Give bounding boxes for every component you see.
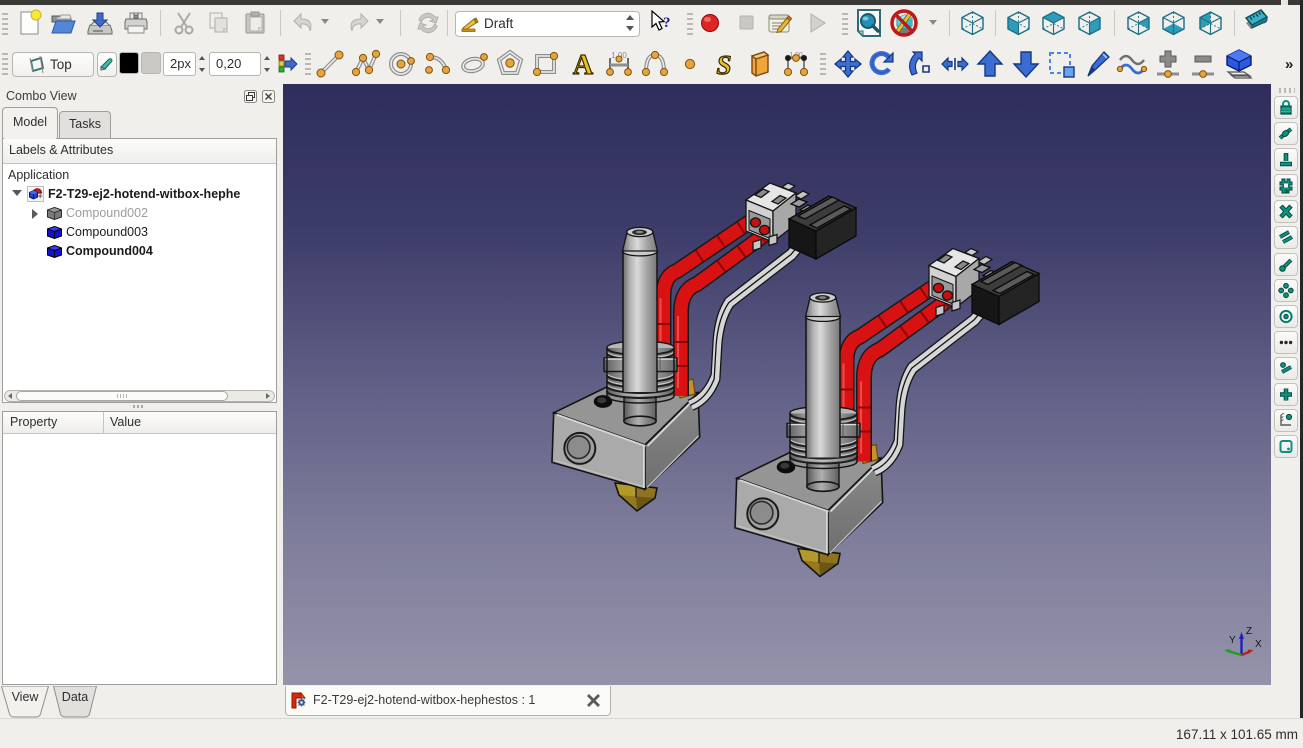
svg-text:S: S [716,50,731,80]
svg-text:?: ? [663,15,671,31]
svg-text:Z: Z [1246,626,1252,637]
svg-text:A: A [573,50,594,80]
svg-text:View: View [12,690,40,704]
svg-text:X: X [1255,639,1262,650]
svg-text:Data: Data [62,690,88,704]
svg-text:Y: Y [1229,635,1236,646]
